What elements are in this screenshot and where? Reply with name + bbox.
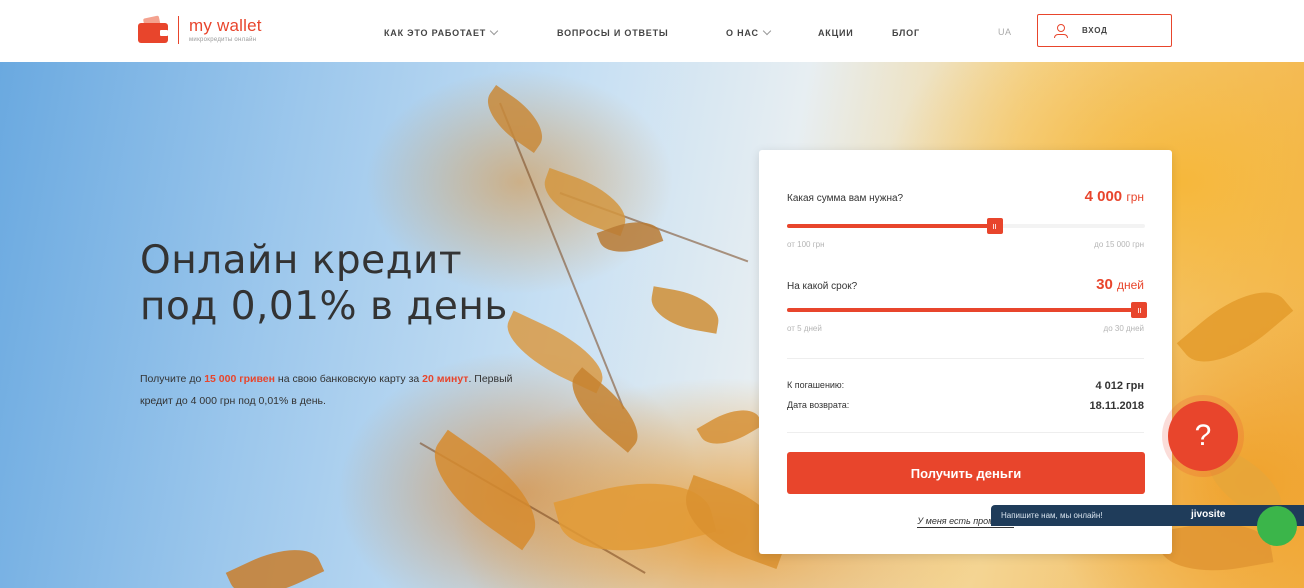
amount-question: Какая сумма вам нужна? bbox=[787, 193, 904, 204]
chevron-down-icon bbox=[762, 26, 772, 36]
amount-number: 4 000 bbox=[1084, 188, 1123, 205]
term-range: от 5 дней до 30 дней bbox=[787, 324, 1144, 333]
nav-label: БЛОГ bbox=[892, 28, 920, 38]
site-header: my wallet микрокредиты онлайн КАК ЭТО РА… bbox=[0, 0, 1304, 62]
calculator-divider bbox=[787, 432, 1144, 433]
term-max: до 30 дней bbox=[1103, 324, 1144, 333]
chevron-down-icon bbox=[489, 26, 499, 36]
term-slider-handle[interactable] bbox=[1131, 302, 1147, 318]
nav-label: АКЦИИ bbox=[818, 28, 854, 38]
hero-title-line-1: Онлайн кредит bbox=[140, 238, 463, 283]
chat-text: Напишите нам, мы онлайн! bbox=[1001, 511, 1103, 520]
nav-faq[interactable]: ВОПРОСЫ И ОТВЕТЫ bbox=[557, 28, 669, 38]
nav-about[interactable]: О НАС bbox=[726, 26, 772, 38]
return-date-label: Дата возврата: bbox=[787, 400, 850, 410]
hero-title-line-2: под 0,01% в день bbox=[140, 284, 508, 329]
amount-min: от 100 грн bbox=[787, 240, 825, 249]
amount-unit: грн bbox=[1126, 190, 1144, 204]
hero-sub-amount: 15 000 гривен bbox=[204, 373, 275, 385]
term-unit: дней bbox=[1116, 278, 1144, 292]
hero-sub-text: Получите до bbox=[140, 373, 205, 385]
logo-divider bbox=[178, 16, 179, 44]
hero-sub-time: 20 минут bbox=[422, 373, 469, 385]
repay-value: 4 012 грн bbox=[1095, 380, 1144, 392]
chat-widget[interactable]: Напишите нам, мы онлайн! jivosite bbox=[991, 505, 1304, 546]
nav-label: КАК ЭТО РАБОТАЕТ bbox=[384, 28, 487, 38]
calculator-divider bbox=[787, 358, 1144, 359]
term-question: На какой срок? bbox=[787, 281, 858, 292]
loan-calculator: Какая сумма вам нужна? 4 000 грн от 100 … bbox=[759, 150, 1172, 554]
logo-name: my wallet bbox=[189, 16, 262, 35]
chat-status-icon bbox=[1257, 506, 1297, 546]
term-number: 30 bbox=[1096, 276, 1113, 293]
term-slider[interactable] bbox=[787, 302, 1147, 318]
nav-how-it-works[interactable]: КАК ЭТО РАБОТАЕТ bbox=[384, 26, 499, 38]
wallet-icon bbox=[138, 15, 172, 45]
login-button[interactable]: ВХОД bbox=[1037, 14, 1172, 47]
repay-label: К погашению: bbox=[787, 380, 845, 390]
amount-max: до 15 000 грн bbox=[1094, 240, 1144, 249]
user-icon bbox=[1054, 23, 1068, 38]
logo-tagline: микрокредиты онлайн bbox=[189, 37, 257, 43]
return-date-value: 18.11.2018 bbox=[1089, 400, 1144, 412]
get-money-button[interactable]: Получить деньги bbox=[787, 452, 1145, 494]
login-label: ВХОД bbox=[1082, 26, 1108, 35]
amount-row: Какая сумма вам нужна? 4 000 грн bbox=[787, 188, 1144, 205]
hero-sub-text: на свою банковскую карту за bbox=[274, 373, 423, 385]
nav-blog[interactable]: БЛОГ bbox=[892, 28, 920, 38]
amount-slider[interactable] bbox=[787, 218, 1145, 234]
return-date-row: Дата возврата: 18.11.2018 bbox=[787, 400, 1144, 412]
amount-slider-fill bbox=[787, 224, 995, 228]
hero-subtitle: Получите до 15 000 гривен на свою банков… bbox=[140, 368, 540, 412]
amount-range: от 100 грн до 15 000 грн bbox=[787, 240, 1144, 249]
repay-row: К погашению: 4 012 грн bbox=[787, 380, 1144, 392]
term-value: 30 дней bbox=[1096, 276, 1144, 293]
term-row: На какой срок? 30 дней bbox=[787, 276, 1144, 293]
language-switch[interactable]: UA bbox=[998, 27, 1012, 37]
term-min: от 5 дней bbox=[787, 324, 822, 333]
nav-promotions[interactable]: АКЦИИ bbox=[818, 28, 854, 38]
logo[interactable]: my wallet микрокредиты онлайн bbox=[138, 10, 262, 50]
amount-slider-handle[interactable] bbox=[986, 218, 1003, 234]
nav-label: ВОПРОСЫ И ОТВЕТЫ bbox=[557, 28, 669, 38]
chat-brand: jivosite bbox=[1191, 509, 1226, 520]
hero-title: Онлайн кредит под 0,01% в день bbox=[140, 238, 508, 330]
nav-label: О НАС bbox=[726, 28, 759, 38]
amount-value: 4 000 грн bbox=[1085, 188, 1144, 205]
help-question-icon[interactable]: ? bbox=[1168, 401, 1238, 471]
term-slider-fill bbox=[787, 308, 1145, 312]
